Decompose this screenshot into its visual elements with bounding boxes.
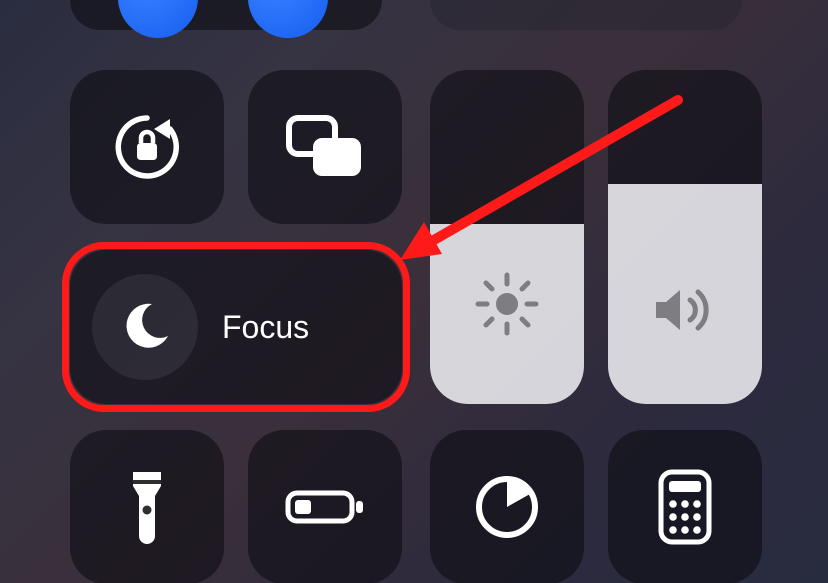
flashlight-icon — [124, 466, 170, 548]
sun-icon — [430, 270, 584, 338]
timer-icon — [472, 472, 542, 542]
focus-label: Focus — [222, 309, 309, 346]
focus-icon-wrap — [92, 274, 198, 380]
low-power-button[interactable] — [248, 430, 402, 583]
orientation-lock-icon — [110, 110, 184, 184]
flashlight-button[interactable] — [70, 430, 224, 583]
screen-mirroring-icon — [283, 114, 367, 180]
battery-icon — [284, 485, 366, 529]
speaker-icon — [608, 282, 762, 338]
volume-slider[interactable] — [608, 70, 762, 404]
orientation-lock-button[interactable] — [70, 70, 224, 224]
toggle-circle[interactable] — [118, 0, 198, 38]
calculator-icon — [657, 469, 713, 545]
screen-mirroring-button[interactable] — [248, 70, 402, 224]
calculator-button[interactable] — [608, 430, 762, 583]
upper-right-tile[interactable] — [430, 0, 742, 30]
brightness-slider[interactable] — [430, 70, 584, 404]
toggle-circle[interactable] — [248, 0, 328, 38]
upper-large-tile[interactable] — [70, 0, 382, 30]
moon-icon — [118, 300, 172, 354]
timer-button[interactable] — [430, 430, 584, 583]
focus-tile[interactable]: Focus — [70, 250, 402, 404]
